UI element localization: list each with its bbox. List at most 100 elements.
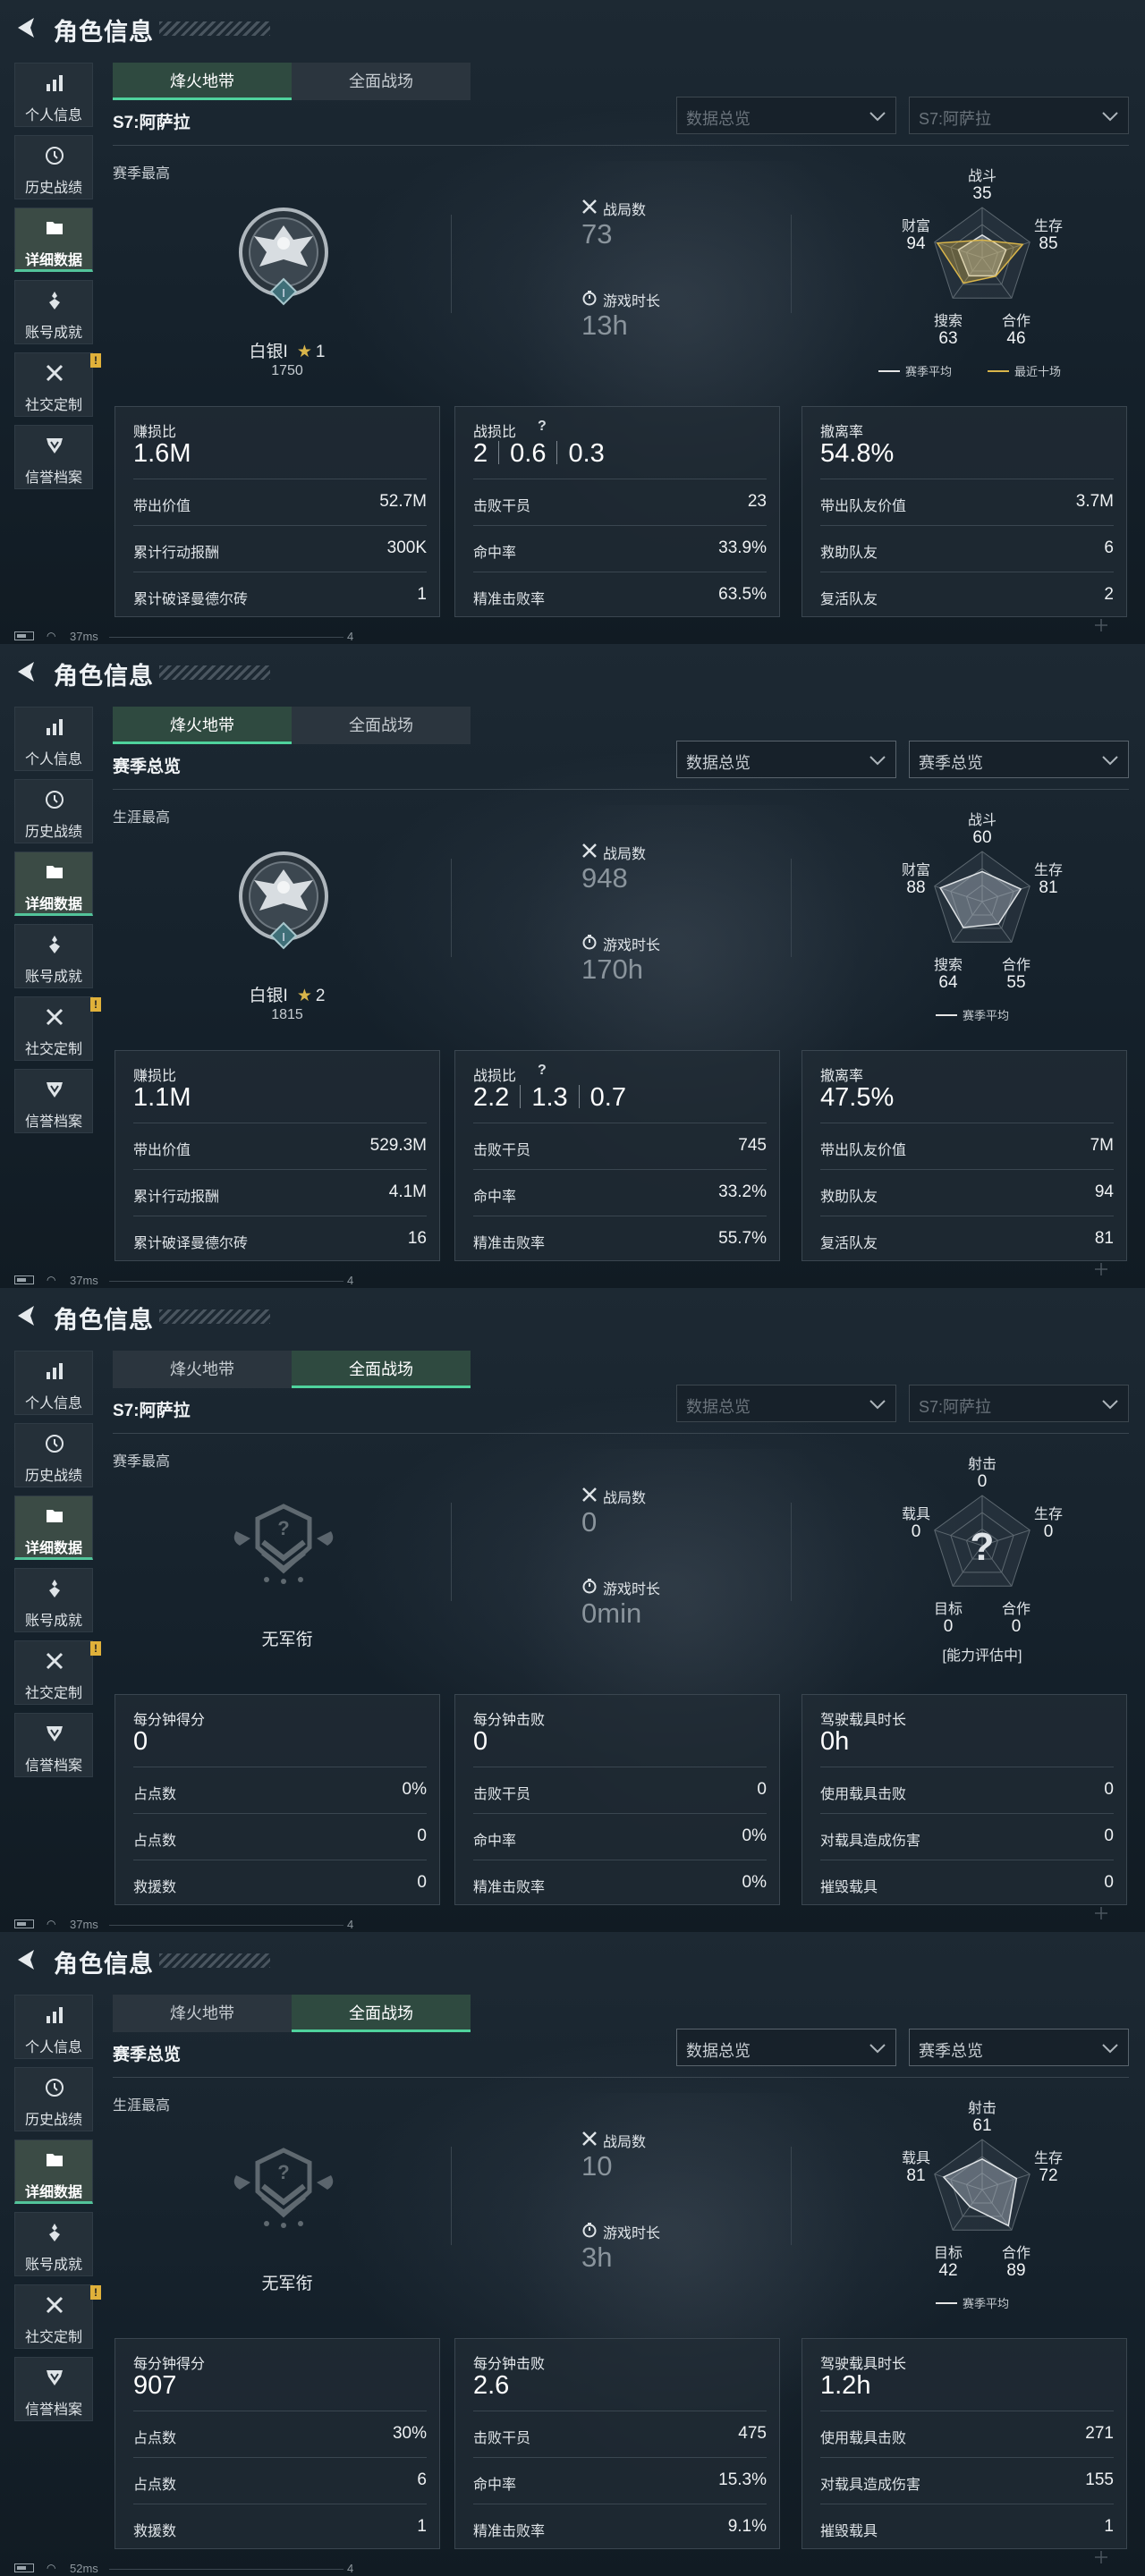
crossed-swords-icon [582,843,597,858]
sidebar-item-reputation[interactable]: 信誉档案 [14,1069,93,1133]
crossed-swords-icon [582,1487,597,1502]
svg-text:I: I [282,930,285,944]
sidebar-item-label: 详细数据 [24,2185,82,2200]
rank-name: 无军衔 [261,2275,313,2293]
card-row-label: 累计行动报酬 [133,546,220,561]
data-scope-dropdown[interactable]: 数据总览 [676,97,896,134]
data-scope-dropdown[interactable]: 数据总览 [676,1385,896,1422]
card-header-value: 54.8% [820,439,895,468]
radar-axis-label: 生存 [1034,2150,1063,2166]
card-row: 复活队友 81 [820,1216,1114,1263]
radar-axis-label: 生存 [1034,1506,1063,1522]
sidebar-item-personal-info[interactable]: 个人信息 [14,1995,93,2059]
card-row-value: 55.7% [718,1229,767,1248]
season-dropdown[interactable]: S7:阿萨拉 [909,97,1129,134]
radar-axis-label: 搜索 [934,313,963,329]
card-row-value: 0 [417,1873,427,1892]
sidebar-item-social[interactable]: 社交定制! [14,2284,101,2349]
card-header-value: 0 [473,1727,488,1756]
radar-axis-label: 合作 [1002,313,1030,329]
season-label: S7:阿萨拉 [113,114,191,132]
tab-mode-1[interactable]: 全面战场 [292,63,471,100]
card-row-label: 摧毁载具 [820,2524,878,2539]
card-row-label: 占点数 [133,2431,177,2446]
card-row-value: 30% [392,2424,427,2443]
season-dropdown[interactable]: 赛季总览 [909,741,1129,778]
sidebar-item-detail-data[interactable]: 详细数据 [14,852,93,916]
tab-mode-0[interactable]: 烽火地带 [113,63,292,100]
card-row: 占点数 6 [133,2457,427,2504]
card-row-value: 7M [1090,1136,1114,1155]
back-icon[interactable] [13,1946,39,1973]
tab-mode-0[interactable]: 烽火地带 [113,1995,292,2032]
card-row-label: 累计破译曼德尔砖 [133,1236,249,1251]
sidebar-item-history[interactable]: 历史战绩 [14,2067,93,2131]
card-row-label: 占点数 [133,2478,177,2493]
sidebar-item-label: 信誉档案 [24,470,82,486]
back-icon[interactable] [13,658,39,685]
sidebar: 个人信息历史战绩详细数据账号成就社交定制! 信誉档案 [14,63,101,497]
card-row: 精准击败率 55.7% [473,1216,767,1263]
sidebar-item-reputation[interactable]: 信誉档案 [14,1713,93,1777]
sidebar-item-detail-data[interactable]: 详细数据 [14,1496,93,1560]
sidebar-item-detail-data[interactable]: 详细数据 [14,208,93,272]
card-row: 对载具造成伤害 155 [820,2457,1114,2504]
sidebar-item-personal-info[interactable]: 个人信息 [14,1351,93,1415]
card-header-label: 战损比 [473,425,517,440]
card-row: 使用载具击败 0 [820,1767,1114,1814]
radar-axis-label: 载具 [902,1506,930,1522]
sidebar-item-achievements[interactable]: 账号成就 [14,1568,93,1632]
tab-mode-1[interactable]: 全面战场 [292,1351,471,1388]
tab-mode-0[interactable]: 烽火地带 [113,707,292,744]
sidebar-item-reputation[interactable]: 信誉档案 [14,425,93,489]
sidebar-item-personal-info[interactable]: 个人信息 [14,63,93,127]
radar-axis-value: 88 [906,878,925,897]
card-row-label: 使用载具击败 [820,1787,907,1802]
tab-mode-1[interactable]: 全面战场 [292,1995,471,2032]
season-dropdown[interactable]: 赛季总览 [909,2029,1129,2066]
radar-axis-value: 0 [912,1522,921,1541]
card-row-value: 2 [1104,585,1114,604]
card-header-label: 驾驶载具时长 [820,1713,907,1728]
card-row-label: 救援数 [133,1880,177,1895]
card-row-label: 命中率 [473,2478,517,2493]
tab-mode-1[interactable]: 全面战场 [292,707,471,744]
card-row-value: 81 [1094,1229,1114,1248]
tab-mode-0[interactable]: 烽火地带 [113,1351,292,1388]
sidebar-item-reputation[interactable]: 信誉档案 [14,2357,93,2421]
data-scope-dropdown[interactable]: 数据总览 [676,2029,896,2066]
sidebar-item-achievements[interactable]: 账号成就 [14,280,93,344]
status-number: 4 [347,2562,354,2575]
back-icon[interactable] [13,14,39,41]
help-icon[interactable]: ? [538,1063,547,1079]
sidebar-item-history[interactable]: 历史战绩 [14,779,93,843]
data-scope-dropdown[interactable]: 数据总览 [676,741,896,778]
notification-badge: ! [90,2285,101,2300]
help-icon[interactable]: ? [538,419,547,435]
card-row-value: 271 [1085,2424,1114,2443]
sidebar-item-detail-data[interactable]: 详细数据 [14,2140,93,2204]
card-row: 击败干员 475 [473,2411,767,2458]
no-rank-badge-icon: ? [233,1504,334,1584]
latency: 37ms [70,630,98,643]
sidebar-item-label: 历史战绩 [24,181,82,196]
sidebar-item-achievements[interactable]: 账号成就 [14,924,93,988]
sidebar-item-social[interactable]: 社交定制! [14,352,101,417]
sidebar-item-social[interactable]: 社交定制! [14,996,101,1061]
radar-axis-label: 战斗 [968,168,997,184]
radar-legend-label: 赛季平均 [905,365,952,378]
sidebar-item-achievements[interactable]: 账号成就 [14,2212,93,2276]
plus-icon [1095,1907,1107,1919]
radar-axis-value: 55 [1006,973,1025,992]
best-record-label: 赛季最高 [113,1454,171,1470]
card-header-label: 撤离率 [820,1069,864,1084]
sidebar-item-personal-info[interactable]: 个人信息 [14,707,93,771]
battles-label: 战局数 [603,203,647,218]
sidebar-item-history[interactable]: 历史战绩 [14,135,93,199]
sidebar-item-social[interactable]: 社交定制! [14,1640,101,1705]
season-dropdown[interactable]: S7:阿萨拉 [909,1385,1129,1422]
stat-card: 撤离率 54.8% 带出队友价值 3.7M 救助队友 6 复活队友 2 [802,406,1127,617]
sidebar-item-history[interactable]: 历史战绩 [14,1423,93,1487]
back-icon[interactable] [13,1302,39,1329]
character-info-panel: 角色信息 个人信息 历史战绩 详细数据 账号成就 社交定制! 信誉档案 烽火地带 全面战场 赛季总… [0,644,1145,1288]
